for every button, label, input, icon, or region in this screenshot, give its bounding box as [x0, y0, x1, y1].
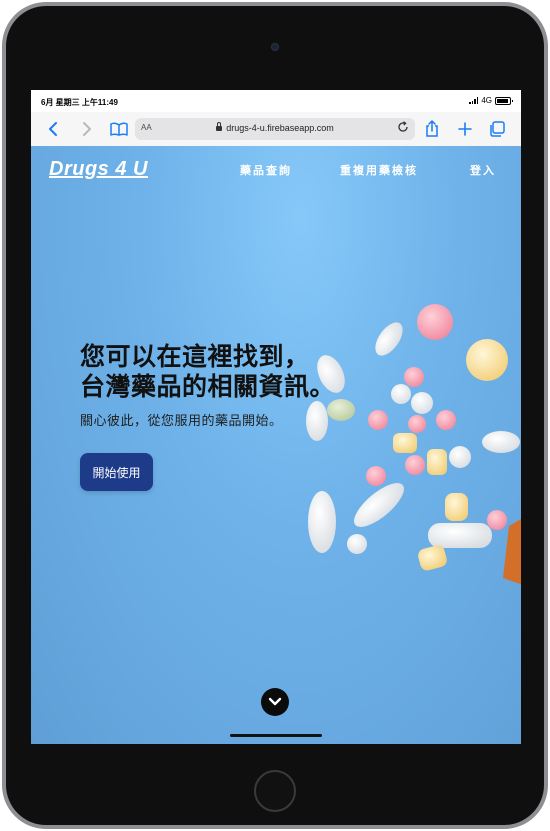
web-page: Drugs 4 U 藥品查詢 重複用藥檢核 登入 您可以在這裡找到， 台灣藥品的…: [31, 146, 521, 744]
battery-icon: [495, 96, 513, 105]
screen: 6月 星期三 上午11:49 4G AA drugs-4-u.firebasea…: [31, 90, 521, 744]
plus-icon[interactable]: [456, 119, 474, 139]
home-button[interactable]: [254, 770, 296, 812]
tabs-icon[interactable]: [487, 119, 507, 139]
address-bar[interactable]: AA drugs-4-u.firebaseapp.com: [135, 118, 415, 140]
book-icon[interactable]: [109, 119, 129, 139]
signal-icon: [469, 97, 479, 104]
pills-illustration: [306, 304, 521, 585]
reload-icon[interactable]: [397, 121, 409, 136]
nav-login[interactable]: 登入: [470, 162, 496, 178]
url-text-container: drugs-4-u.firebaseapp.com: [135, 122, 415, 133]
url-text: drugs-4-u.firebaseapp.com: [226, 123, 334, 133]
browser-toolbar: AA drugs-4-u.firebaseapp.com: [31, 112, 521, 147]
front-camera: [271, 43, 279, 51]
hero-subtitle: 關心彼此，從您服用的藥品開始。: [80, 414, 283, 429]
status-indicators: 4G: [469, 96, 513, 105]
lock-icon: [216, 122, 223, 131]
chevron-down-icon[interactable]: [261, 688, 289, 716]
share-icon[interactable]: [423, 119, 441, 139]
chevron-left-icon[interactable]: [45, 119, 61, 139]
nav-duplicate-check[interactable]: 重複用藥檢核: [340, 162, 418, 178]
network-label: 4G: [481, 96, 492, 105]
home-indicator: [230, 734, 322, 737]
status-time: 6月 星期三 上午11:49: [41, 98, 118, 107]
nav-drug-search[interactable]: 藥品查詢: [240, 162, 292, 178]
headline-line-2: 台灣藥品的相關資訊。: [80, 372, 336, 401]
get-started-button[interactable]: 開始使用: [80, 453, 153, 491]
hero-headline: 您可以在這裡找到， 台灣藥品的相關資訊。: [80, 342, 380, 402]
brand-logo[interactable]: Drugs 4 U: [49, 158, 148, 181]
headline-line-1: 您可以在這裡找到，: [80, 342, 310, 371]
chevron-right-icon[interactable]: [79, 119, 95, 139]
status-bar: 6月 星期三 上午11:49 4G: [31, 90, 521, 112]
